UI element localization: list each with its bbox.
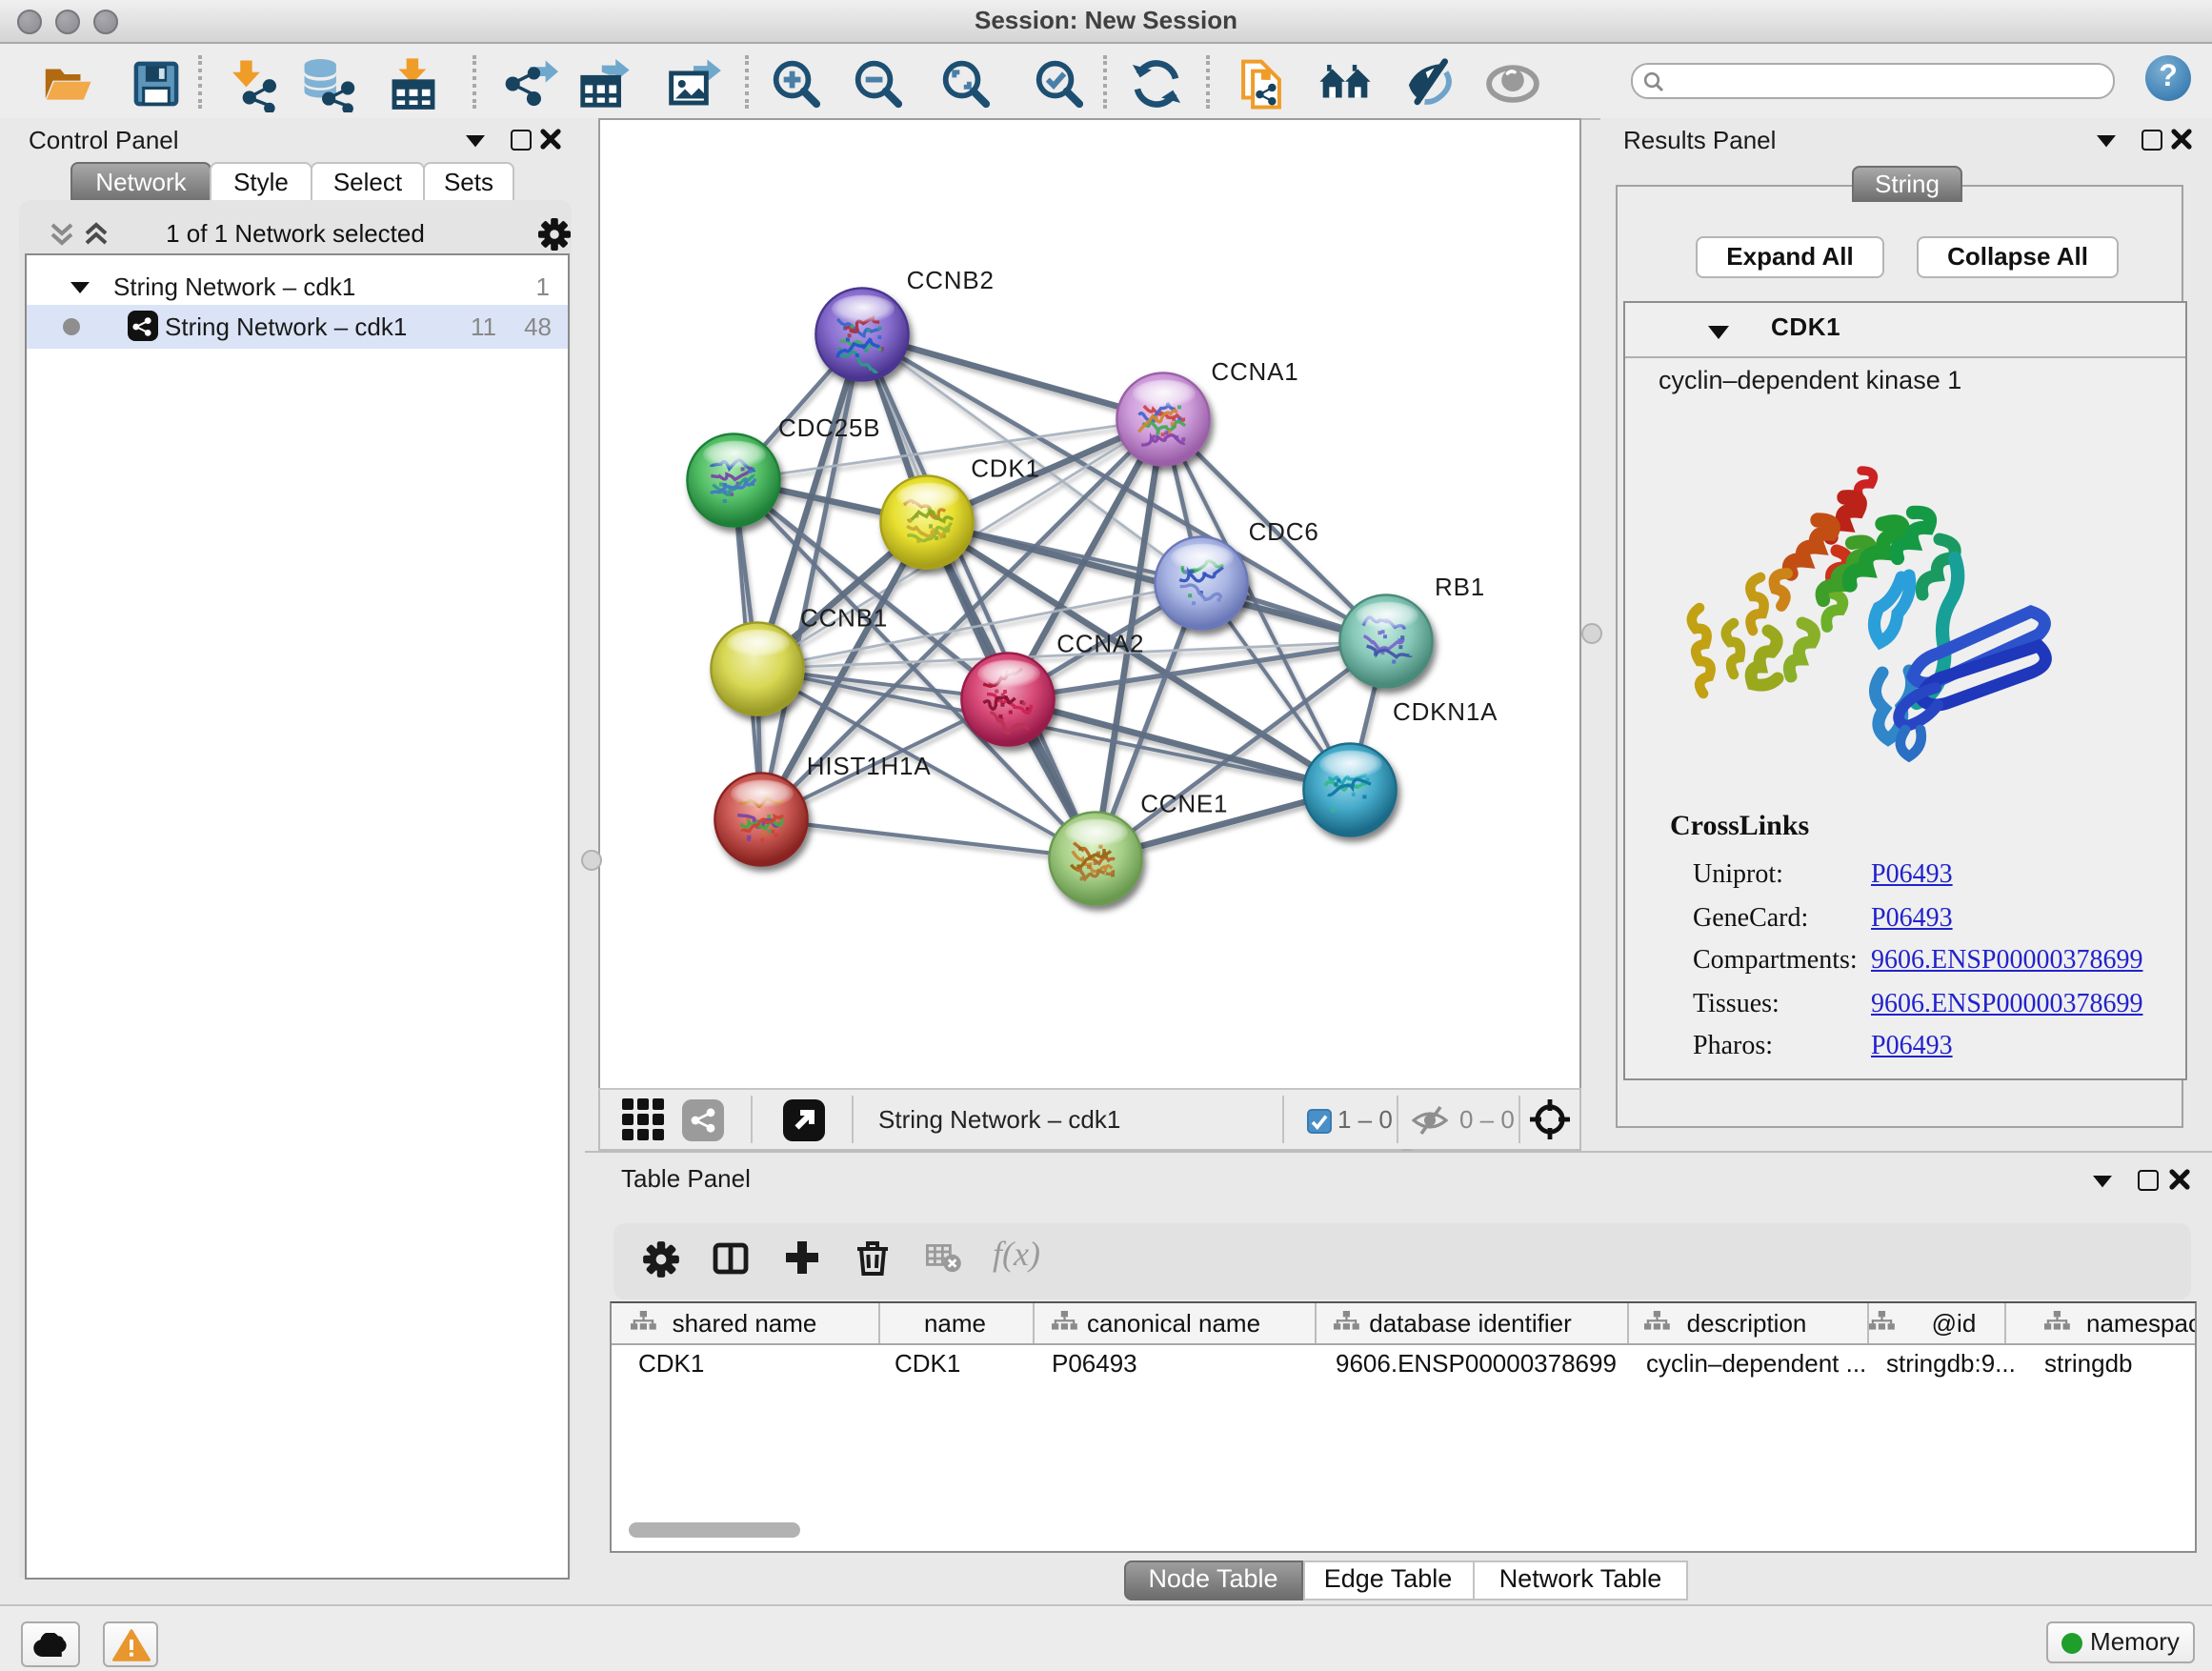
svg-text:CDK1: CDK1 (971, 454, 1040, 483)
svg-text:CCNA1: CCNA1 (1211, 357, 1298, 386)
svg-text:CDC6: CDC6 (1249, 517, 1319, 546)
svg-text:RB1: RB1 (1435, 573, 1485, 601)
svg-text:CCNB2: CCNB2 (907, 266, 995, 294)
svg-text:CDC25B: CDC25B (778, 413, 880, 442)
svg-text:HIST1H1A: HIST1H1A (807, 752, 932, 780)
svg-text:CDKN1A: CDKN1A (1393, 697, 1498, 726)
svg-text:CCNE1: CCNE1 (1140, 789, 1228, 817)
svg-text:CCNA2: CCNA2 (1056, 630, 1144, 658)
svg-text:CCNB1: CCNB1 (800, 604, 888, 633)
